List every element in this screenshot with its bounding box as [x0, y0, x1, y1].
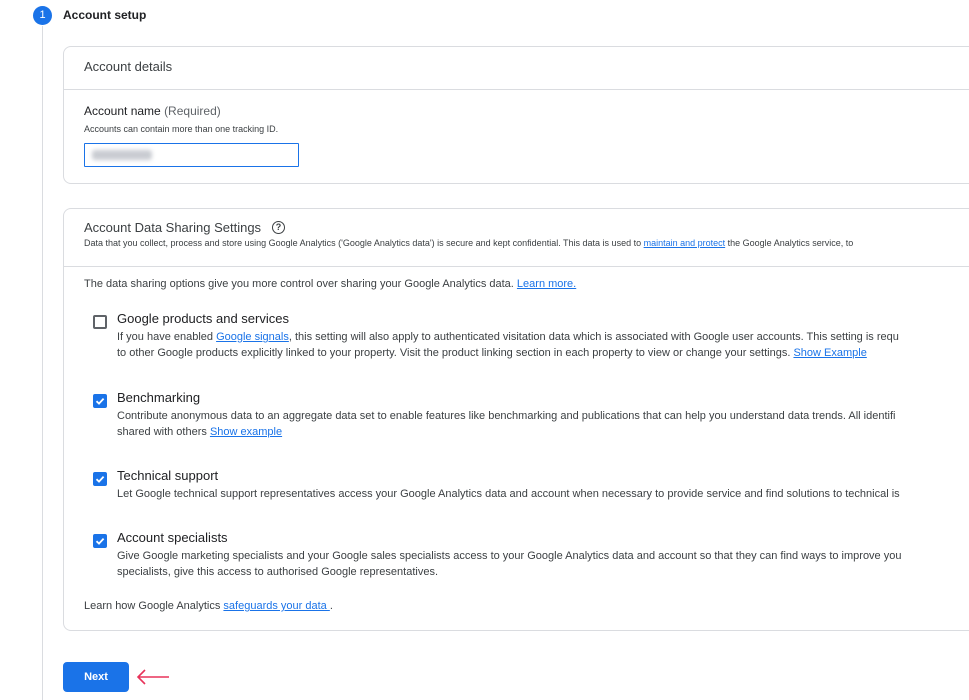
desc-text: If you have enabled [117, 331, 217, 343]
next-button[interactable]: Next [63, 662, 129, 692]
help-circle-icon[interactable]: ? [272, 221, 285, 234]
safeguards-text: Learn how Google Analytics [84, 600, 224, 612]
checkbox-technical-support[interactable] [93, 472, 107, 486]
desc-text: Let Google technical support representat… [117, 488, 900, 500]
checkmark-icon [95, 537, 105, 545]
show-example-link[interactable]: Show example [210, 426, 282, 438]
step-title: Account setup [63, 8, 147, 22]
desc-text: , this setting will also apply to authen… [288, 331, 899, 343]
data-sharing-description: Data that you collect, process and store… [84, 238, 853, 248]
required-label: (Required) [164, 104, 221, 118]
account-name-hint: Accounts can contain more than one track… [84, 124, 279, 134]
option-description: If you have enabled Google signals, this… [117, 329, 899, 361]
checkbox-google-products[interactable] [93, 315, 107, 329]
data-sharing-card: Account Data Sharing Settings ? Data tha… [63, 208, 969, 631]
checkmark-icon [95, 397, 105, 405]
desc-text: Contribute anonymous data to an aggregat… [117, 410, 896, 422]
desc-text: to other Google products explicitly link… [117, 347, 794, 359]
step-number-badge: 1 [33, 6, 52, 25]
data-sharing-desc-text: Data that you collect, process and store… [84, 238, 644, 248]
desc-text: shared with others [117, 426, 210, 438]
safeguards-tail: . [329, 600, 333, 612]
account-details-card: Account details Account name (Required) … [63, 46, 969, 184]
account-name-label-text: Account name [84, 104, 161, 118]
safeguards-note: Learn how Google Analytics safeguards yo… [84, 600, 333, 612]
option-title: Benchmarking [117, 390, 201, 405]
redacted-account-name [92, 150, 152, 160]
account-details-title: Account details [84, 59, 173, 74]
data-sharing-header: Account Data Sharing Settings ? Data tha… [64, 209, 969, 267]
option-title: Technical support [117, 468, 219, 483]
pointer-arrow-icon [136, 669, 169, 685]
checkbox-account-specialists[interactable] [93, 534, 107, 548]
option-description: Contribute anonymous data to an aggregat… [117, 408, 895, 440]
checkbox-benchmarking[interactable] [93, 394, 107, 408]
stepper-rail [42, 26, 43, 700]
data-sharing-desc-tail: the Google Analytics service, to [725, 238, 854, 248]
option-title: Account specialists [117, 530, 228, 545]
show-example-link[interactable]: Show Example [793, 347, 866, 359]
option-description: Give Google marketing specialists and yo… [117, 548, 901, 580]
option-description: Let Google technical support representat… [117, 486, 900, 502]
desc-text: Give Google marketing specialists and yo… [117, 550, 902, 562]
learn-more-link[interactable]: Learn more. [517, 278, 576, 290]
safeguards-link[interactable]: safeguards your data [223, 600, 329, 612]
account-details-header: Account details [64, 47, 969, 90]
google-signals-link[interactable]: Google signals [216, 331, 289, 343]
option-title: Google products and services [117, 311, 289, 326]
data-sharing-intro: The data sharing options give you more c… [84, 278, 576, 290]
maintain-and-protect-link[interactable]: maintain and protect [644, 238, 726, 248]
desc-text: specialists, give this access to authori… [117, 566, 438, 578]
account-name-label: Account name (Required) [84, 104, 221, 118]
data-sharing-title: Account Data Sharing Settings [84, 220, 262, 235]
intro-text: The data sharing options give you more c… [84, 278, 517, 290]
checkmark-icon [95, 475, 105, 483]
